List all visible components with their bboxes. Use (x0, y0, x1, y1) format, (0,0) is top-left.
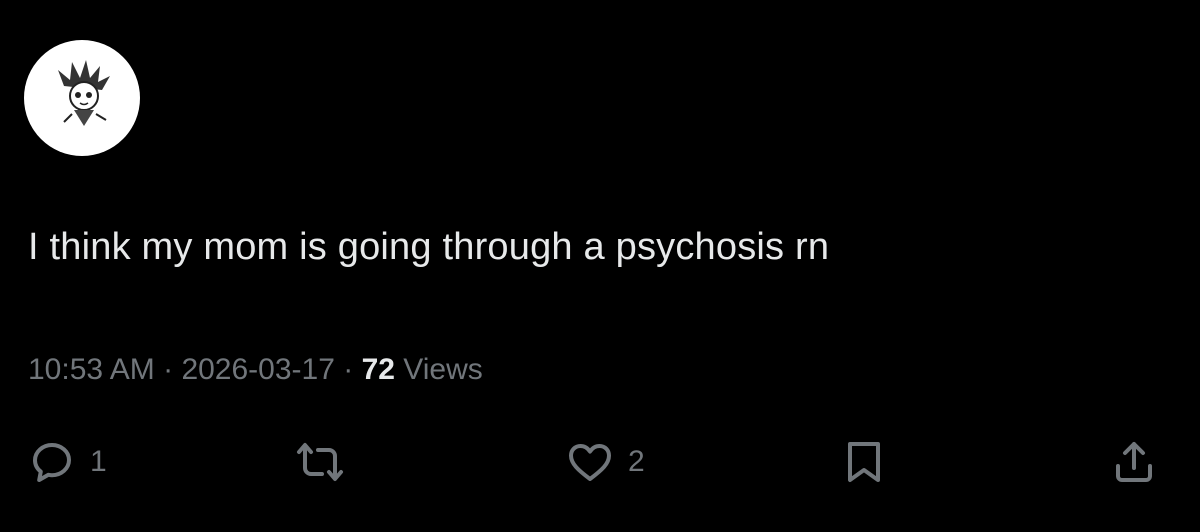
views-count[interactable]: 72 (362, 353, 395, 386)
tweet-time[interactable]: 10:53 AM (28, 353, 155, 386)
tweet-actions-bar: 1 2 (0, 432, 1200, 492)
tweet-date[interactable]: 2026-03-17 (181, 353, 334, 386)
share-icon (1116, 442, 1152, 482)
share-button[interactable] (1110, 432, 1158, 492)
like-button[interactable]: 2 (566, 432, 645, 492)
meta-separator: · (334, 353, 362, 386)
avatar[interactable] (24, 40, 140, 156)
bookmark-button[interactable] (840, 432, 888, 492)
reply-icon (33, 443, 71, 482)
like-icon (569, 444, 611, 481)
tweet-text: I think my mom is going through a psycho… (28, 226, 830, 268)
meta-separator: · (154, 353, 182, 386)
like-count: 2 (628, 445, 645, 478)
avatar-drawing (58, 60, 110, 126)
retweet-icon (297, 443, 343, 481)
reply-count: 1 (90, 445, 107, 478)
retweet-button[interactable] (296, 432, 344, 492)
reply-button[interactable]: 1 (28, 432, 107, 492)
tweet-metadata: 10:53 AM · 2026-03-17 · 72 Views (28, 350, 483, 390)
views-label[interactable]: Views (395, 353, 483, 386)
bookmark-icon (848, 442, 880, 482)
